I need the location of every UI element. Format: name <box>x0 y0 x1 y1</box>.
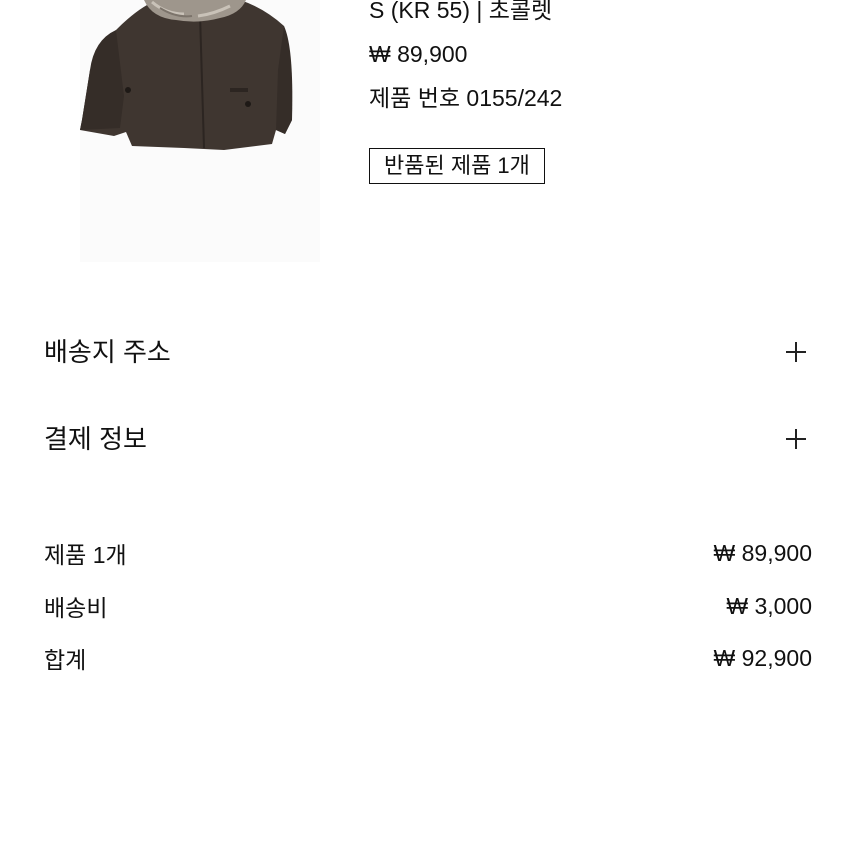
product-reference: 제품 번호 0155/242 <box>369 85 563 111</box>
plus-icon[interactable] <box>786 429 806 449</box>
summary-total-value: ₩ 92,900 <box>713 644 812 671</box>
summary-items-label: 제품 1개 <box>44 542 127 568</box>
summary-shipping-row: 배송비 ₩ 3,000 <box>44 590 812 622</box>
jacket-with-fur-collar-icon <box>80 0 293 150</box>
returned-items-button[interactable]: 반품된 제품 1개 <box>369 148 545 184</box>
shipping-address-accordion[interactable]: 배송지 주소 <box>44 328 812 376</box>
product-image[interactable] <box>80 0 320 262</box>
shipping-address-title: 배송지 주소 <box>44 337 171 367</box>
plus-icon[interactable] <box>786 342 806 362</box>
summary-shipping-value: ₩ 3,000 <box>726 592 812 619</box>
summary-total-row: 합계 ₩ 92,900 <box>44 642 812 674</box>
summary-total-label: 합계 <box>44 647 87 673</box>
summary-items-row: 제품 1개 ₩ 89,900 <box>44 537 812 569</box>
summary-shipping-label: 배송비 <box>44 595 108 621</box>
product-variant: S (KR 55) | 초콜렛 <box>369 0 553 23</box>
payment-info-accordion[interactable]: 결제 정보 <box>44 415 812 463</box>
product-price: ₩ 89,900 <box>369 41 468 67</box>
payment-info-title: 결제 정보 <box>44 424 147 454</box>
summary-items-value: ₩ 89,900 <box>713 539 812 566</box>
